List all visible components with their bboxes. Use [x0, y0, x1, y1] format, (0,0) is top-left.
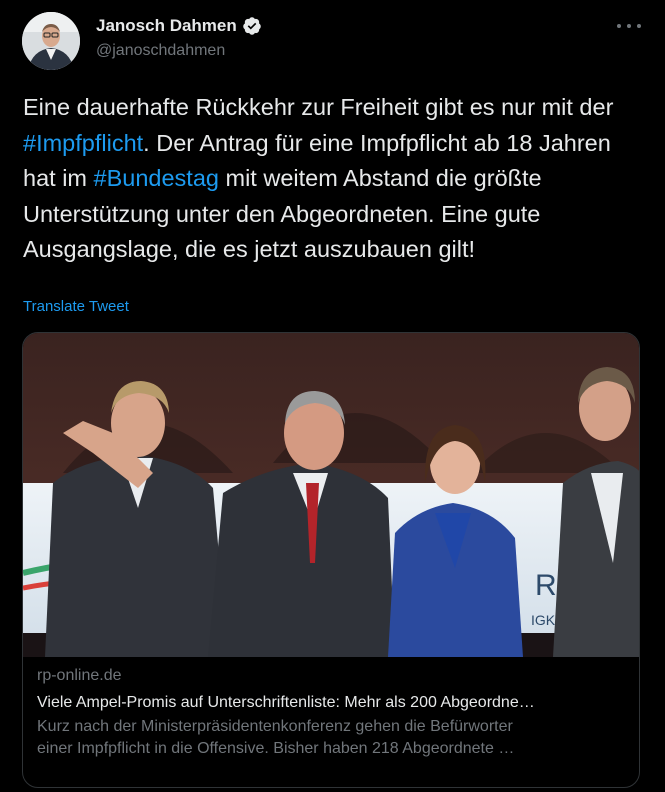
avatar[interactable] [22, 12, 80, 70]
tweet-text-segment: Eine dauerhafte Rückkehr zur Freiheit gi… [23, 94, 620, 120]
display-name[interactable]: Janosch Dahmen [96, 16, 237, 36]
hashtag-link[interactable]: #Impfpflicht [23, 130, 143, 156]
avatar-photo [22, 12, 80, 70]
card-domain: rp-online.de [37, 667, 122, 684]
card-description-line-2: einer Impfpflicht in die Offensive. Bish… [37, 740, 515, 757]
card-image[interactable]: RIT IGKE [23, 333, 640, 657]
author-handle[interactable]: @janoschdahmen [96, 42, 225, 60]
tweet-text: Eine dauerhafte Rückkehr zur Freiheit gi… [23, 90, 643, 268]
card-description-line-1: Kurz nach der Ministerpräsidentenkonfere… [37, 718, 513, 735]
translate-tweet-link[interactable]: Translate Tweet [23, 298, 129, 315]
card-text[interactable]: rp-online.de Viele Ampel-Promis auf Unte… [37, 665, 629, 760]
hashtag-link[interactable]: #Bundestag [94, 165, 219, 191]
verified-badge-icon [243, 17, 261, 35]
more-options-icon[interactable] [617, 16, 641, 36]
author-name-row[interactable]: Janosch Dahmen [96, 16, 262, 36]
card-title: Viele Ampel-Promis auf Unterschriftenlis… [37, 694, 535, 711]
link-preview-card[interactable]: RIT IGKE rp-online.de Viele Ampel-Promis… [22, 332, 640, 788]
